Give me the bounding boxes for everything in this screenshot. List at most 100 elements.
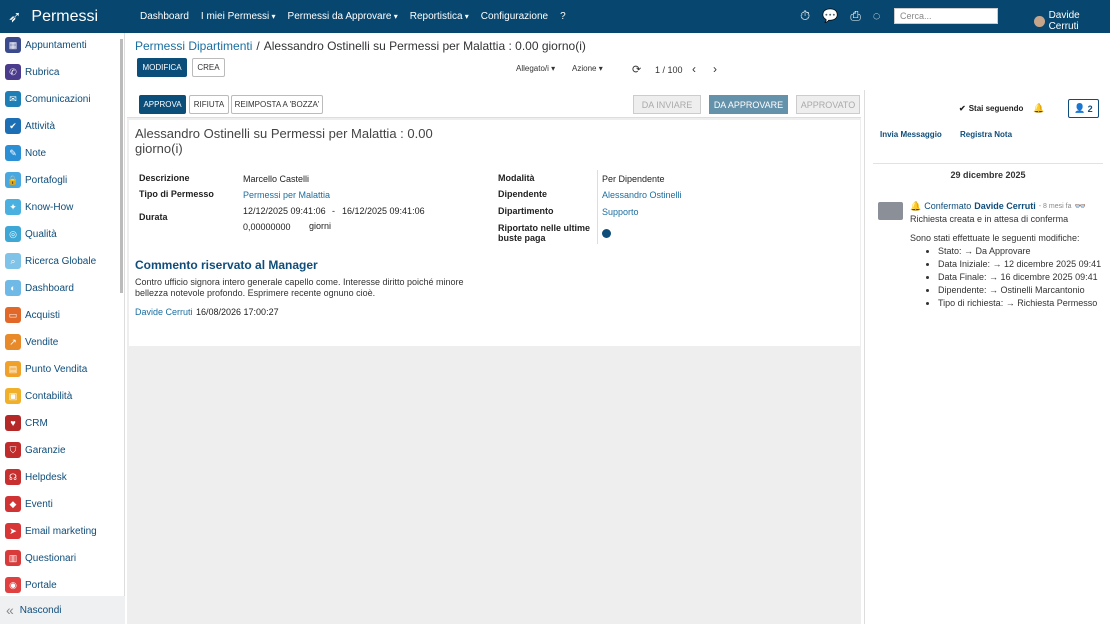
avatar — [1034, 15, 1045, 27]
approve-button[interactable]: APPROVA — [139, 95, 186, 114]
checkbox-icon: ✔ — [5, 118, 21, 134]
reset-draft-button[interactable]: REIMPOSTA A 'BOZZA' — [231, 95, 323, 114]
accounting-icon: ▣ — [5, 388, 21, 404]
user-icon: 👤 — [1074, 103, 1086, 113]
message-ago: - 8 mesi fa — [1038, 203, 1072, 210]
timer-icon[interactable]: ⏱ — [800, 8, 810, 24]
action-dropdown[interactable]: Azione ▾ — [572, 64, 603, 73]
duration-label: Durata — [139, 212, 168, 222]
contacts-icon: ✆ — [5, 64, 21, 80]
sidebar-item-label: Punto Vendita — [25, 363, 88, 375]
create-button[interactable]: CREA — [192, 58, 225, 77]
menu-reports[interactable]: Reportistica — [410, 11, 469, 22]
sidebar-item-helpdesk[interactable]: ☊ Helpdesk — [5, 467, 67, 487]
store-icon: ▤ — [5, 361, 21, 377]
menu-dashboard[interactable]: Dashboard — [140, 11, 189, 22]
app-title: Permessi — [31, 8, 99, 25]
sidebar-item-dashboard[interactable]: ◐ Dashboard — [5, 278, 74, 298]
sidebar-item-note[interactable]: ✎ Note — [5, 143, 46, 163]
cart-icon: ▭ — [5, 307, 21, 323]
sidebar-item-label: Eventi — [25, 498, 53, 510]
message-body: 🔔 Confermato Davide Cerruti - 8 mesi fa … — [910, 200, 1110, 310]
following-toggle[interactable]: ✔ Stai seguendo — [959, 104, 1023, 113]
sidebar-item-attivit-[interactable]: ✔ Attività — [5, 116, 55, 136]
sidebar-item-know-how[interactable]: ✦ Know-How — [5, 197, 73, 217]
type-value[interactable]: Permessi per Malattia — [243, 190, 330, 200]
message-author[interactable]: Davide Cerruti — [974, 200, 1036, 213]
breadcrumb-current: Alessandro Ostinelli su Permessi per Mal… — [263, 39, 586, 53]
user-menu[interactable]: Davide Cerruti — [1034, 10, 1110, 32]
chat-icon: ✉ — [5, 91, 21, 107]
sidebar-item-portafogli[interactable]: 🔒 Portafogli — [5, 170, 67, 190]
employee-value[interactable]: Alessandro Ostinelli — [602, 190, 682, 200]
print-icon[interactable]: ⎙ — [850, 8, 860, 24]
log-note-button[interactable]: Registra Nota — [960, 130, 1012, 139]
rocket-icon: ➶ — [8, 9, 22, 26]
payslip-status-dot[interactable] — [602, 229, 611, 238]
sidebar-item-rubrica[interactable]: ✆ Rubrica — [5, 62, 59, 82]
sidebar-item-questionari[interactable]: ▥ Questionari — [5, 548, 76, 568]
sidebar-item-qualit-[interactable]: ◎ Qualità — [5, 224, 57, 244]
mode-value: Per Dipendente — [602, 174, 665, 184]
sidebar-item-acquisti[interactable]: ▭ Acquisti — [5, 305, 60, 325]
form-sheet: Alessandro Ostinelli su Permessi per Mal… — [129, 120, 860, 346]
pager-value[interactable]: 1 / 100 — [655, 65, 683, 75]
sidebar-item-crm[interactable]: ♥ CRM — [5, 413, 48, 433]
chevron-left-icon[interactable]: ‹ — [692, 62, 696, 76]
date-divider — [873, 163, 1103, 164]
sidebar-item-label: Email marketing — [25, 525, 97, 537]
glasses-icon[interactable]: 👓 — [1074, 200, 1085, 213]
stage-to-approve[interactable]: DA APPROVARE — [709, 95, 788, 114]
sidebar-hide-button[interactable]: « Nascondi — [0, 596, 125, 624]
sidebar-item-vendite[interactable]: ↗ Vendite — [5, 332, 58, 352]
attachments-label: Allegato/i — [516, 64, 549, 73]
sidebar-item-label: Vendite — [25, 336, 59, 348]
sidebar-item-label: Comunicazioni — [25, 93, 91, 105]
comment-author[interactable]: Davide Cerruti — [135, 307, 193, 317]
followers-button[interactable]: 👤 2 — [1068, 99, 1099, 118]
sidebar-item-comunicazioni[interactable]: ✉ Comunicazioni — [5, 89, 91, 109]
sidebar-item-eventi[interactable]: ◆ Eventi — [5, 494, 53, 514]
sidebar-item-portale[interactable]: ◉ Portale — [5, 575, 57, 595]
comment-text: Contro ufficio signora intero generale c… — [135, 277, 464, 298]
sidebar-item-garanzie[interactable]: ⛉ Garanzie — [5, 440, 66, 460]
breadcrumb: Permessi Dipartimenti / Alessandro Ostin… — [135, 39, 586, 53]
department-label: Dipartimento — [498, 206, 554, 216]
avatar[interactable] — [878, 202, 903, 220]
refresh-icon[interactable]: ⟳ — [632, 63, 641, 76]
refuse-button[interactable]: RIFIUTA — [189, 95, 229, 114]
menu-permits-to-approve[interactable]: Permessi da Approvare — [288, 11, 398, 22]
sidebar-item-appuntamenti[interactable]: ▦ Appuntamenti — [5, 35, 87, 55]
department-value[interactable]: Supporto — [602, 207, 639, 217]
bell-icon[interactable]: 🔔 — [1033, 103, 1044, 114]
sidebar-item-ricerca-globale[interactable]: ⌕ Ricerca Globale — [5, 251, 96, 271]
sidebar-item-email-marketing[interactable]: ➤ Email marketing — [5, 521, 97, 541]
quality-icon: ◎ — [5, 226, 21, 242]
chart-icon: ↗ — [5, 334, 21, 350]
menu-help[interactable]: ? — [560, 11, 566, 22]
sidebar-item-label: Dashboard — [25, 282, 74, 294]
stage-approved[interactable]: APPROVATO — [796, 95, 860, 114]
list-item: Stato: → Da Approvare — [938, 245, 1110, 258]
edit-button[interactable]: MODIFICA — [137, 58, 187, 77]
send-message-button[interactable]: Invia Messaggio — [880, 130, 942, 139]
loading-icon[interactable]: ◌ — [873, 8, 881, 24]
sidebar-scrollbar[interactable] — [120, 39, 123, 293]
chat-icon[interactable]: 💬 — [822, 8, 838, 24]
app-brand[interactable]: ➶ Permessi — [8, 7, 98, 27]
days-value: 0,00000000 — [243, 222, 291, 232]
chevron-right-icon[interactable]: › — [713, 62, 717, 76]
search-input[interactable]: Cerca... — [894, 8, 998, 24]
attachments-dropdown[interactable]: Allegato/i ▾ — [516, 64, 555, 73]
lock-icon: 🔒 — [5, 172, 21, 188]
menu-configuration[interactable]: Configurazione — [481, 11, 548, 22]
list-item: Dipendente: → Ostinelli Marcantonio — [938, 284, 1110, 297]
bell-icon: 🔔 — [910, 201, 922, 211]
breadcrumb-parent[interactable]: Permessi Dipartimenti — [135, 39, 252, 53]
payslip-label: Riportato nelle ultime buste paga — [498, 223, 591, 243]
sidebar-item-contabilit-[interactable]: ▣ Contabilità — [5, 386, 72, 406]
sidebar-item-label: Appuntamenti — [25, 39, 87, 51]
stage-to-send[interactable]: DA INVIARE — [633, 95, 701, 114]
sidebar-item-punto-vendita[interactable]: ▤ Punto Vendita — [5, 359, 87, 379]
menu-my-permits[interactable]: I miei Permessi — [201, 11, 276, 22]
